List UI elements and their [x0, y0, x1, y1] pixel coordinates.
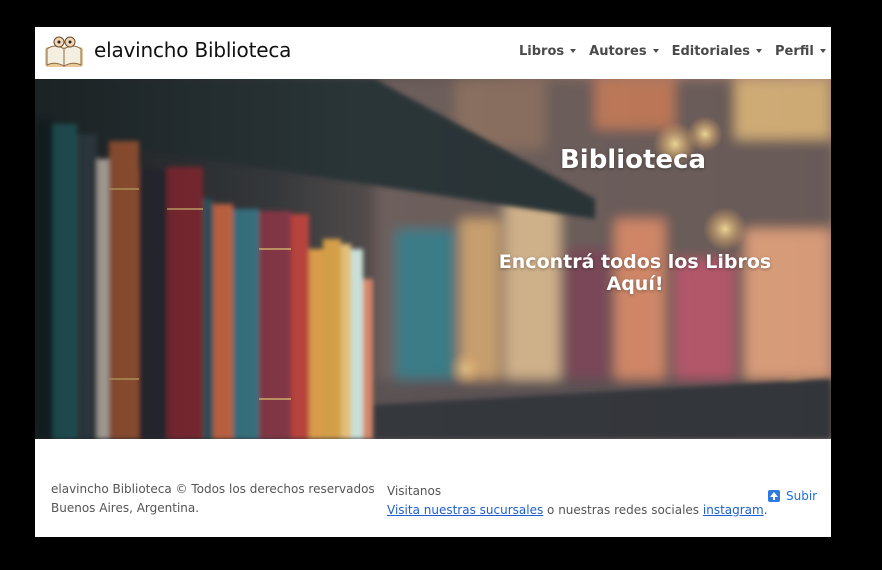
footer-links-line: Visita nuestras sucursales o nuestras re…	[387, 501, 768, 520]
hero-banner: Biblioteca Encontrá todos los Libros Aqu…	[35, 79, 831, 439]
arrow-up-icon	[768, 490, 780, 502]
brand-title[interactable]: elavincho Biblioteca	[94, 38, 291, 62]
browser-window: elavincho Biblioteca Libros Autores Edit…	[35, 27, 831, 537]
main-nav: Libros Autores Editoriales Perfil	[519, 44, 831, 59]
nav-perfil-dropdown[interactable]: Perfil	[775, 44, 826, 59]
hero-title: Biblioteca	[559, 145, 707, 175]
footer-location: Buenos Aires, Argentina.	[51, 501, 200, 515]
caret-down-icon	[819, 48, 826, 53]
nav-autores-label: Autores	[589, 44, 647, 59]
nav-editoriales-label: Editoriales	[671, 44, 751, 59]
footer-period: .	[763, 503, 768, 517]
footer: elavincho Biblioteca © Todos los derecho…	[35, 439, 831, 537]
nav-libros-dropdown[interactable]: Libros	[519, 44, 577, 59]
open-book-logo-icon[interactable]	[43, 33, 85, 73]
footer-social-text: o nuestras redes sociales	[543, 503, 703, 517]
footer-info: elavincho Biblioteca © Todos los derecho…	[51, 480, 375, 518]
footer-visit: Visitanos Visita nuestras sucursales o n…	[387, 482, 768, 520]
branches-link[interactable]: Visita nuestras sucursales	[387, 503, 543, 517]
scroll-top-button[interactable]: Subir	[768, 489, 817, 503]
scroll-top-label: Subir	[786, 489, 818, 503]
caret-down-icon	[652, 48, 659, 53]
footer-visit-heading: Visitanos	[387, 484, 442, 498]
nav-autores-dropdown[interactable]: Autores	[589, 44, 659, 59]
navbar: elavincho Biblioteca Libros Autores Edit…	[35, 27, 831, 79]
nav-libros-label: Libros	[519, 44, 565, 59]
caret-down-icon	[756, 48, 763, 53]
footer-copyright: elavincho Biblioteca © Todos los derecho…	[51, 482, 375, 496]
nav-perfil-label: Perfil	[775, 44, 814, 59]
instagram-link[interactable]: instagram	[703, 503, 764, 517]
nav-editoriales-dropdown[interactable]: Editoriales	[671, 44, 763, 59]
caret-down-icon	[570, 48, 577, 53]
hero-subtitle: Encontrá todos los Libros Aquí!	[498, 251, 772, 295]
